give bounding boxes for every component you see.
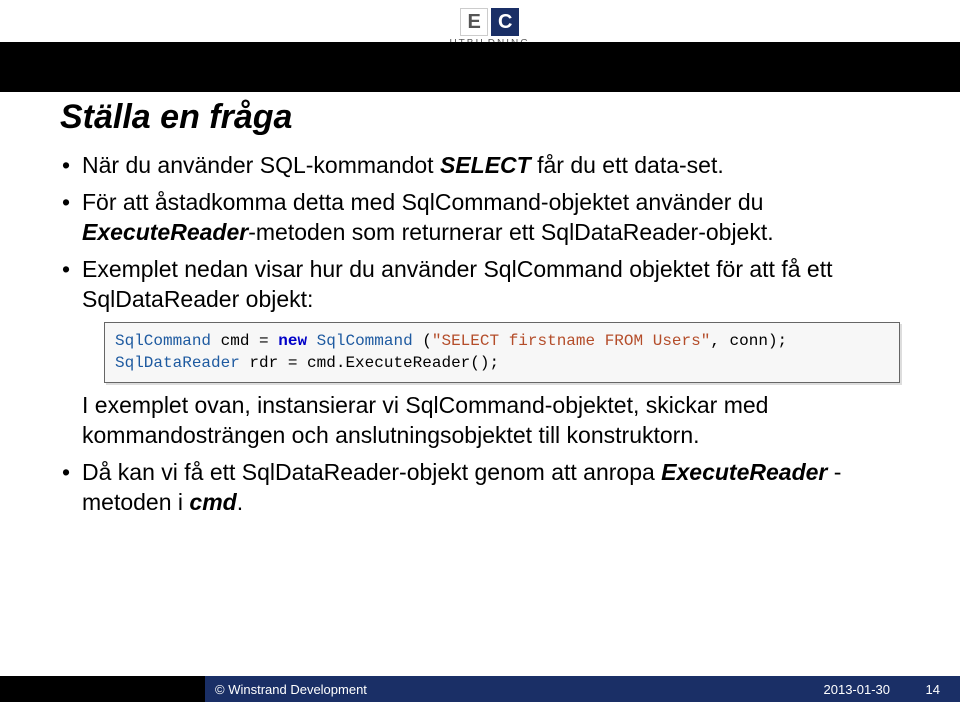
bullet-4-keyword-2: cmd [189,489,236,515]
bullet-1-text-a: När du använder SQL-kommandot [82,152,440,178]
code-plain-5: rdr = cmd.ExecuteReader(); [240,354,499,372]
code-keyword-new: new [278,332,307,350]
footer: © Winstrand Development 2013-01-30 14 [0,676,960,702]
code-plain-4: , conn); [710,332,787,350]
code-plain-3: ( [413,332,432,350]
logo-box: E C [460,8,519,36]
bullet-1-text-c: får du ett data-set. [531,152,724,178]
code-string-1: "SELECT firstname FROM Users" [432,332,710,350]
bullet-1-keyword: SELECT [440,152,531,178]
bullet-1: När du använder SQL-kommandot SELECT får… [60,151,900,180]
code-type-3: SqlDataReader [115,354,240,372]
bullet-2-text-c: -metoden som returnerar ett SqlDataReade… [248,219,773,245]
footer-date: 2013-01-30 [824,682,891,697]
content-area: Ställa en fråga När du använder SQL-komm… [60,98,900,525]
bullet-2-keyword: ExecuteReader [82,219,248,245]
title-bar [0,42,960,92]
code-plain-1: cmd = [211,332,278,350]
bullet-3-subtext: I exemplet ovan, instansierar vi SqlComm… [82,391,900,450]
bullet-4-text-e: . [237,489,243,515]
logo-letter-c: C [491,8,519,36]
bullet-3: Exemplet nedan visar hur du använder Sql… [60,255,900,450]
code-type-1: SqlCommand [115,332,211,350]
logo-letter-e: E [460,8,488,36]
bullet-list: När du använder SQL-kommandot SELECT får… [60,151,900,517]
bullet-2: För att åstadkomma detta med SqlCommand-… [60,188,900,247]
footer-page-number: 14 [926,682,940,697]
bullet-4: Då kan vi få ett SqlDataReader-objekt ge… [60,458,900,517]
slide-title: Ställa en fråga [60,98,900,137]
slide: E C UTBILDNING Ställa en fråga När du an… [0,0,960,720]
code-example: SqlCommand cmd = new SqlCommand ("SELECT… [104,322,900,383]
bullet-4-text-a: Då kan vi få ett SqlDataReader-objekt ge… [82,459,661,485]
code-plain-2 [307,332,317,350]
bullet-3-text: Exemplet nedan visar hur du använder Sql… [82,256,832,311]
bullet-2-text-a: För att åstadkomma detta med SqlCommand-… [82,189,763,215]
footer-left-block [0,676,205,702]
footer-copyright: © Winstrand Development [215,682,367,697]
bullet-4-keyword-1: ExecuteReader [661,459,827,485]
code-type-2: SqlCommand [317,332,413,350]
